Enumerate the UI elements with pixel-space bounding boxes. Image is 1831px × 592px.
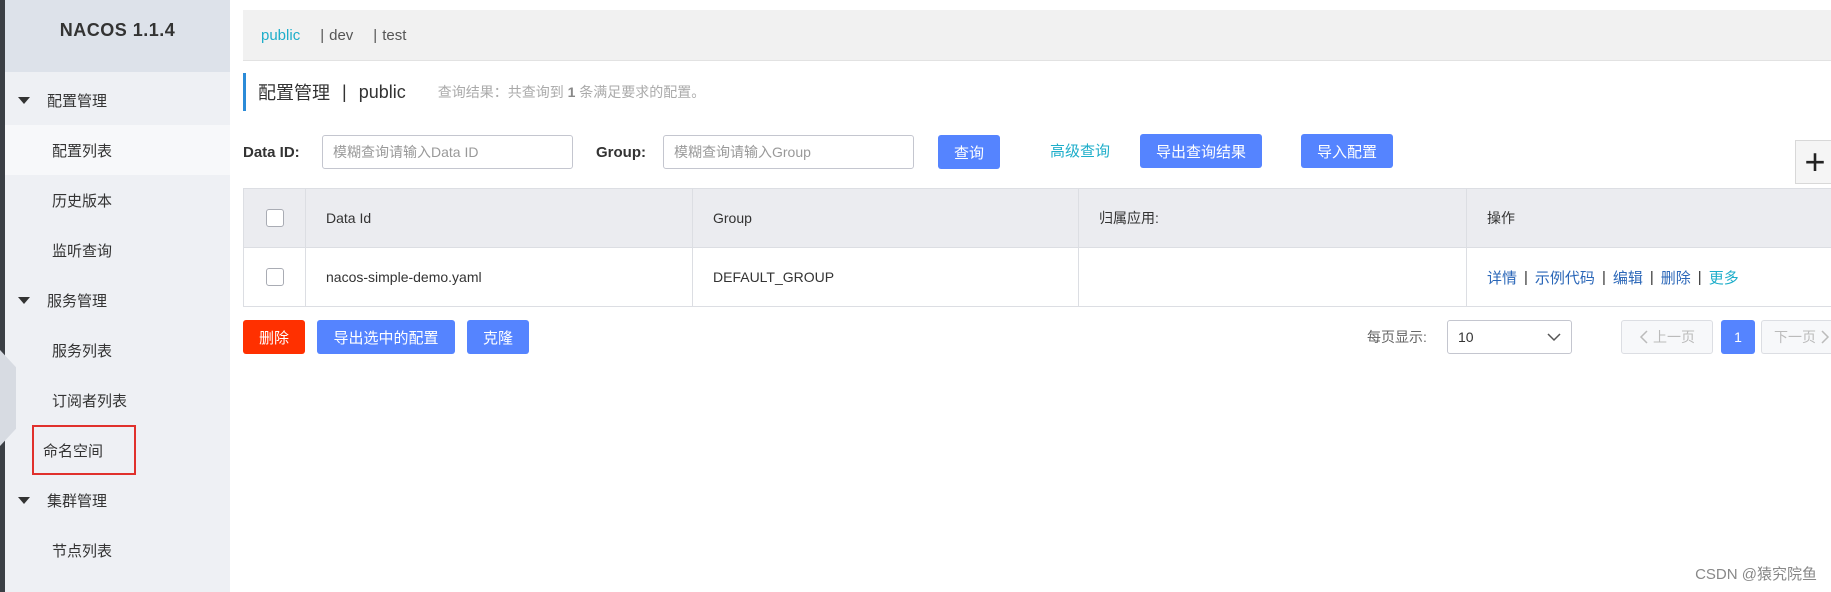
page-title-separator: |: [342, 81, 347, 102]
namespace-separator: |: [373, 26, 378, 44]
prev-page-button[interactable]: 上一页: [1621, 320, 1713, 354]
hint-prefix: 查询结果：共查询到: [437, 84, 564, 100]
page-size-label: 每页显示:: [1367, 329, 1427, 345]
op-separator: |: [1601, 268, 1606, 286]
detail-link[interactable]: 详情: [1487, 267, 1517, 288]
op-separator: |: [1649, 268, 1654, 286]
column-header-dataid[interactable]: Data Id: [306, 189, 693, 247]
table-header: Data Id Group 归属应用: 操作: [243, 189, 1831, 248]
page-1-button[interactable]: 1: [1721, 320, 1755, 354]
plus-icon: +: [1804, 141, 1826, 182]
sidebar-item-label: 历史版本: [52, 192, 113, 210]
dataid-label: Data ID:: [243, 144, 300, 161]
sidebar-group-cluster[interactable]: 集群管理: [5, 475, 230, 525]
header-select-all-cell: [243, 189, 306, 247]
csdn-watermark: CSDN @猿究院鱼: [1695, 566, 1817, 583]
sidebar-group-label: 服务管理: [47, 292, 108, 310]
sidebar-group-service[interactable]: 服务管理: [5, 275, 230, 325]
group-label: Group:: [596, 144, 646, 161]
page-title-namespace: public: [358, 81, 406, 102]
row-checkbox[interactable]: [265, 268, 284, 286]
page-size-select[interactable]: 10: [1447, 320, 1572, 354]
search-bar: Data ID: Group: 查询 高级查询 导出查询结果 导入配置: [243, 134, 1831, 172]
chevron-down-icon: [1547, 333, 1561, 342]
sidebar-item-label: 服务列表: [52, 342, 113, 360]
next-page-button[interactable]: 下一页: [1761, 320, 1831, 354]
op-separator: |: [1524, 268, 1528, 286]
more-link[interactable]: 更多: [1709, 267, 1739, 288]
dataid-input[interactable]: [322, 135, 573, 169]
sidebar-item-service-list[interactable]: 服务列表: [5, 325, 230, 375]
page-title: 配置管理: [258, 83, 330, 103]
hint-count: 1: [567, 84, 576, 100]
namespace-highlight-box: [32, 425, 136, 475]
sample-code-link[interactable]: 示例代码: [1535, 267, 1595, 288]
import-config-button[interactable]: 导入配置: [1301, 134, 1393, 168]
cell-ops: 详情 | 示例代码 | 编辑 | 删除 | 更多: [1467, 248, 1831, 306]
sidebar-item-label: 订阅者列表: [52, 392, 128, 410]
table-row: nacos-simple-demo.yaml DEFAULT_GROUP 详情 …: [243, 248, 1831, 307]
hint-suffix: 条满足要求的配置。: [579, 84, 706, 100]
sidebar: NACOS 1.1.4 配置管理 配置列表 历史版本 监听查询 服务管理 服务列…: [5, 0, 230, 592]
column-header-ops: 操作: [1487, 210, 1515, 226]
sidebar-item-node-list[interactable]: 节点列表: [5, 525, 230, 575]
sidebar-item-label: 监听查询: [52, 242, 113, 260]
caret-down-icon: [18, 296, 30, 304]
sidebar-item-history[interactable]: 历史版本: [5, 175, 230, 225]
group-input[interactable]: [663, 135, 914, 169]
caret-down-icon: [18, 496, 30, 504]
cell-app: [1079, 248, 1467, 306]
query-result-hint: 查询结果：共查询到 1 条满足要求的配置。: [438, 82, 706, 102]
column-header-group[interactable]: Group: [693, 189, 1079, 247]
config-table: Data Id Group 归属应用: 操作 nacos-simple-demo…: [243, 188, 1831, 307]
namespace-tab-dev[interactable]: dev: [329, 27, 353, 44]
page-title-row: 配置管理 | public 查询结果：共查询到 1 条满足要求的配置。: [243, 73, 705, 111]
sidebar-item-config-list[interactable]: 配置列表: [5, 125, 230, 175]
page-size-value: 10: [1458, 329, 1474, 345]
export-selected-button[interactable]: 导出选中的配置: [317, 320, 455, 354]
add-config-button[interactable]: +: [1795, 140, 1831, 184]
export-results-button[interactable]: 导出查询结果: [1140, 134, 1262, 168]
sidebar-group-label: 集群管理: [47, 492, 108, 510]
namespace-tab-test[interactable]: test: [382, 27, 406, 44]
namespace-bar: public | dev | test: [243, 10, 1831, 61]
select-all-checkbox[interactable]: [265, 209, 284, 227]
cell-group: DEFAULT_GROUP: [693, 248, 1079, 306]
query-button[interactable]: 查询: [938, 135, 1000, 169]
advanced-query-link[interactable]: 高级查询: [1050, 134, 1110, 170]
sidebar-item-listener-query[interactable]: 监听查询: [5, 225, 230, 275]
namespace-tab-public[interactable]: public: [261, 27, 300, 44]
sidebar-item-label: 配置列表: [52, 142, 113, 160]
edit-link[interactable]: 编辑: [1613, 267, 1643, 288]
app-logo-title: NACOS 1.1.4: [5, 0, 230, 72]
chevron-right-icon: [1821, 330, 1830, 344]
clone-button[interactable]: 克隆: [467, 320, 529, 354]
sidebar-item-subscriber-list[interactable]: 订阅者列表: [5, 375, 230, 425]
next-page-label: 下一页: [1774, 329, 1816, 345]
sidebar-group-config[interactable]: 配置管理: [5, 75, 230, 125]
prev-page-label: 上一页: [1653, 329, 1695, 345]
row-select-cell: [243, 248, 306, 306]
namespace-separator: |: [320, 26, 325, 44]
caret-down-icon: [18, 96, 30, 104]
bulk-delete-button[interactable]: 删除: [243, 320, 305, 354]
chevron-left-icon: [1639, 330, 1648, 344]
column-header-app[interactable]: 归属应用:: [1079, 189, 1467, 247]
sidebar-group-label: 配置管理: [47, 92, 108, 110]
sidebar-item-label: 节点列表: [52, 542, 113, 560]
op-separator: |: [1697, 268, 1702, 286]
table-footer: 删除 导出选中的配置 克隆 每页显示: 10 上一页 1 下一页: [243, 320, 1831, 354]
cell-dataid: nacos-simple-demo.yaml: [306, 248, 693, 306]
delete-link[interactable]: 删除: [1661, 267, 1691, 288]
